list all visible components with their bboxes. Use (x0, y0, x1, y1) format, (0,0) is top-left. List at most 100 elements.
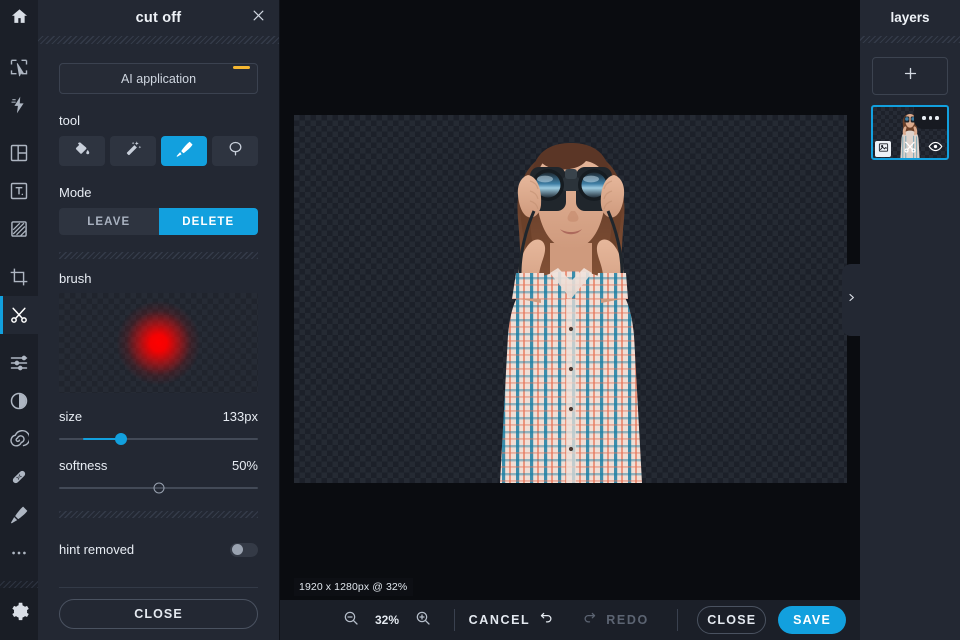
fill-tool-button[interactable] (59, 136, 105, 166)
softness-slider-block: softness 50% (59, 458, 258, 494)
lasso-icon (227, 140, 244, 162)
text-box-icon (9, 181, 29, 201)
softness-value: 50% (231, 458, 258, 473)
layer-cut-button[interactable] (903, 140, 917, 159)
cancel-undo-button[interactable]: CANCEL (469, 610, 556, 630)
scissors-icon (9, 305, 29, 325)
eye-icon (928, 139, 943, 158)
tool-section-label: tool (59, 113, 80, 128)
add-layer-button[interactable] (872, 57, 948, 95)
magic-wand-icon (125, 140, 142, 162)
paint-brush-icon (9, 505, 29, 525)
image-canvas[interactable] (294, 115, 847, 483)
lasso-tool-button[interactable] (212, 136, 258, 166)
plus-icon (902, 65, 919, 87)
softness-slider-track[interactable] (59, 482, 258, 494)
zoom-in-icon (415, 610, 431, 631)
mode-section-label: Mode (59, 185, 92, 200)
layers-panel-title: layers (890, 10, 930, 25)
sidebar-item-heal[interactable] (0, 458, 38, 496)
ai-application-button[interactable]: AI application (59, 63, 258, 94)
paint-bucket-icon (74, 140, 91, 162)
size-slider-track[interactable] (59, 433, 258, 445)
tool-button-group (59, 136, 258, 166)
save-button[interactable]: SAVE (778, 606, 846, 634)
panel-close-action-button[interactable]: CLOSE (59, 599, 258, 629)
more-tools-button[interactable] (0, 534, 38, 572)
softness-label: softness (59, 458, 108, 473)
image-icon (878, 140, 889, 158)
ai-application-label: AI application (120, 71, 197, 86)
list-item[interactable] (871, 105, 949, 160)
panel-close-button[interactable] (249, 9, 267, 27)
softness-slider-knob[interactable] (153, 482, 164, 494)
spiral-icon (9, 429, 29, 449)
layer-menu-button[interactable] (914, 107, 947, 129)
zoom-out-icon (343, 610, 359, 631)
redo-button[interactable]: REDO (581, 610, 649, 630)
layer-action-bar (873, 140, 947, 158)
layer-visibility-button[interactable] (928, 139, 943, 158)
zoom-out-button[interactable] (342, 611, 360, 629)
sidebar-item-adjust[interactable] (0, 344, 38, 382)
settings-button[interactable] (0, 588, 38, 640)
size-value: 133px (222, 409, 258, 424)
sidebar-item-retouch[interactable] (0, 496, 38, 534)
toolbar-separator-1 (454, 609, 455, 631)
lightning-effects-icon (9, 95, 29, 115)
canvas-stage[interactable]: 1920 x 1280px @ 32% 32% CANCEL REDO CLOS… (280, 0, 860, 640)
zoom-in-button[interactable] (414, 611, 432, 629)
redo-arrow-icon (581, 610, 598, 630)
section-divider-2 (59, 511, 258, 518)
panel-header: cut off (38, 0, 279, 36)
mode-toggle-group: LEAVE DELETE (59, 208, 258, 235)
mode-leave-button[interactable]: LEAVE (59, 208, 159, 235)
sidebar-item-blur[interactable] (0, 420, 38, 458)
magic-wand-tool-button[interactable] (110, 136, 156, 166)
layer-image-button[interactable] (875, 141, 891, 157)
left-tool-rail (0, 0, 38, 640)
size-slider-block: size 133px (59, 409, 258, 445)
sidebar-item-texture[interactable] (0, 210, 38, 248)
sidebar-item-contrast[interactable] (0, 382, 38, 420)
mode-delete-button[interactable]: DELETE (158, 208, 258, 235)
sidebar-item-text[interactable] (0, 172, 38, 210)
sidebar-item-crop[interactable] (0, 258, 38, 296)
sliders-icon (9, 353, 29, 373)
brush-section-label: brush (59, 271, 92, 286)
collage-frame-icon (9, 143, 29, 163)
subject-photo (499, 143, 642, 483)
home-button[interactable] (0, 0, 38, 38)
toolbar-separator-2 (676, 609, 678, 631)
sidebar-item-select[interactable] (0, 48, 38, 86)
panel-body: AI application tool Mode LEAVE DELETE br… (38, 44, 279, 587)
size-slider-knob[interactable] (114, 433, 127, 445)
image-editor-app: cut off AI application tool Mode LEAVE D… (0, 0, 960, 640)
panel-header-divider (38, 36, 279, 44)
brush-preview (59, 293, 258, 393)
texture-pattern-icon (9, 219, 29, 239)
sidebar-item-collage[interactable] (0, 134, 38, 172)
brush-icon (175, 140, 193, 163)
bottom-toolbar: 32% CANCEL REDO CLOSE SAVE (280, 600, 860, 640)
panel-collapse-handle[interactable] (842, 264, 860, 336)
footer-divider (59, 587, 258, 588)
size-label: size (59, 409, 83, 424)
contrast-circle-icon (9, 391, 29, 411)
ai-badge (233, 66, 250, 69)
layers-divider (860, 36, 960, 43)
sidebar-item-cut-off[interactable] (0, 296, 38, 334)
bottom-close-button[interactable]: CLOSE (697, 606, 767, 634)
cancel-label: CANCEL (468, 613, 531, 627)
cut-off-panel: cut off AI application tool Mode LEAVE D… (38, 0, 280, 640)
zoom-controls: 32% (342, 611, 432, 629)
rail-divider (0, 581, 38, 588)
hint-removed-toggle[interactable] (230, 542, 258, 557)
brush-tool-button[interactable] (161, 136, 207, 166)
panel-footer: CLOSE (38, 587, 279, 640)
redo-label: REDO (606, 613, 649, 627)
sidebar-item-effects[interactable] (0, 86, 38, 124)
scissors-icon (903, 140, 917, 159)
section-divider (59, 252, 258, 259)
close-icon (252, 9, 265, 27)
